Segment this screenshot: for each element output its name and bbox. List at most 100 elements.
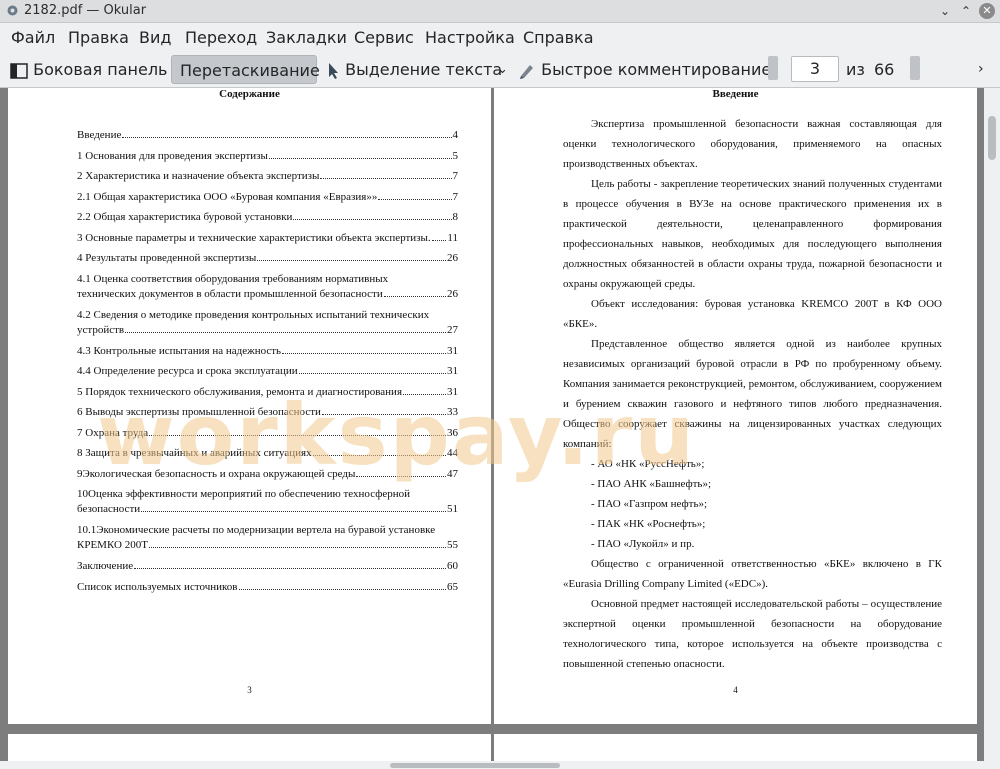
menu-file[interactable]: Файл <box>11 28 55 47</box>
toc-entry-page: 11 <box>447 231 458 244</box>
toc-entry-label: Заключение <box>77 560 134 572</box>
total-pages-label: 66 <box>874 60 895 79</box>
toc-entry-label: 1 Основания для проведения экспертизы <box>77 149 268 162</box>
quick-annotation-button[interactable]: Быстрое комментирование <box>518 55 771 84</box>
next-page-spin-icon[interactable] <box>910 56 920 80</box>
toc-entry[interactable]: 4.4 Определение ресурса и срока эксплуат… <box>77 364 458 379</box>
paragraph: Цель работы - закрепление теоретических … <box>563 178 942 290</box>
menu-bookmarks[interactable]: Закладки <box>266 28 347 47</box>
toc-leader-dots <box>238 588 446 590</box>
toc-leader-dots <box>148 547 446 548</box>
paragraph: Объект исследования: буровая установка K… <box>563 298 942 330</box>
main-toolbar: Боковая панель Перетаскивание Выделение … <box>0 52 1000 88</box>
toc-leader-dots <box>378 198 452 200</box>
toc-entry-page: 27 <box>447 323 458 336</box>
list-item: - ПАО «Лукойл» и пр. <box>591 538 695 550</box>
vertical-scrollbar[interactable] <box>984 88 1000 769</box>
document-view[interactable]: Содержание Введение 4 1 Основания для пров… <box>0 88 1000 769</box>
toc-entry-label: 4 Результаты проведенной экспертизы <box>77 252 257 264</box>
toc-entry[interactable]: Список используемых источников 65 <box>77 580 458 595</box>
toc-entry-label: 4.2 Сведения о методике проведения контр… <box>77 308 430 321</box>
toc-entry[interactable]: 2.1 Общая характеристика ООО «Буровая ко… <box>77 190 458 205</box>
toc-entry-page: 4 <box>452 129 459 141</box>
toc-leader-dots <box>268 157 452 159</box>
toc-entry[interactable]: 2.2 Общая характеристика буровой установ… <box>77 210 458 225</box>
text-selection-label: Выделение текста <box>345 60 503 79</box>
toc-entry-label: 4.1 Оценка соответствия оборудования тре… <box>77 272 389 285</box>
menu-view[interactable]: Вид <box>139 28 171 47</box>
toolbar-overflow-icon[interactable]: › <box>978 55 984 84</box>
watermark-text: workspay.ru <box>97 386 697 484</box>
toc-entry-page: 51 <box>447 503 458 515</box>
toc-entry-label-cont: безопасности <box>77 503 141 515</box>
toc-heading: Содержание <box>219 88 280 100</box>
toc-leader-dots <box>125 331 446 333</box>
toc-entry-label: 2 Характеристика и назначение объекта эк… <box>77 170 320 182</box>
selection-mode-dropdown[interactable]: ⌄ <box>497 55 508 84</box>
toc-entry-label: 4.3 Контрольные испытания на надежность <box>77 344 282 357</box>
chevron-down-icon: ⌄ <box>497 62 508 77</box>
text-selection-button[interactable]: Выделение текста <box>326 55 502 84</box>
toc-entry[interactable]: 4.3 Контрольные испытания на надежность 3… <box>77 344 458 359</box>
toc-leader-dots <box>383 295 446 297</box>
toc-entry[interactable]: 4.1 Оценка соответствия оборудования тре… <box>77 272 458 302</box>
intro-heading: Введение <box>712 88 759 100</box>
toc-entry[interactable]: 4.2 Сведения о методике проведения контр… <box>77 308 458 338</box>
toc-entry-label: 2.2 Общая характеристика буровой установ… <box>77 211 293 223</box>
list-item: - ПАК «НК «Роснефть»; <box>591 518 706 530</box>
of-label: из <box>846 60 865 79</box>
scrollbar-thumb[interactable] <box>390 763 560 768</box>
toc-entry[interactable]: 4 Результаты проведенной экспертизы 26 <box>77 251 458 266</box>
quick-annotation-label: Быстрое комментирование <box>541 60 772 79</box>
toc-entry-page: 55 <box>447 539 458 551</box>
toc-entry[interactable]: Заключение 60 <box>77 559 458 574</box>
toc-entry[interactable]: 3 Основные параметры и технические харак… <box>77 231 458 246</box>
menu-tools[interactable]: Сервис <box>354 28 414 47</box>
page-number-input[interactable]: 3 <box>791 56 839 82</box>
toc-leader-dots <box>122 137 452 138</box>
drag-tool-label: Перетаскивание <box>180 61 320 80</box>
toc-entry-label: 4.4 Определение ресурса и срока эксплуат… <box>77 365 298 377</box>
toc-leader-dots <box>431 239 447 241</box>
toc-entry-page: 26 <box>447 287 458 300</box>
previous-page-spin-icon[interactable] <box>768 56 778 80</box>
minimize-icon[interactable]: ⌄ <box>937 3 953 19</box>
toc-entry[interactable]: 1 Основания для проведения экспертизы 5 <box>77 149 458 164</box>
horizontal-scrollbar[interactable] <box>0 761 984 769</box>
cursor-arrow-icon <box>329 62 338 79</box>
menu-settings[interactable]: Настройка <box>425 28 515 47</box>
okular-app-icon <box>7 5 18 16</box>
toc-entry-page: 5 <box>452 149 459 162</box>
menu-help[interactable]: Справка <box>523 28 594 47</box>
toc-leader-dots <box>257 260 446 261</box>
drag-tool-button[interactable]: Перетаскивание <box>171 55 320 84</box>
title-bar: 2182.pdf — Okular ⌄ ⌃ ✕ <box>0 0 1000 23</box>
paragraph: Общество с ограниченной ответственностью… <box>563 558 942 590</box>
watermark: workspay.ru <box>97 386 696 484</box>
toc-entry-label: 2.1 Общая характеристика ООО «Буровая ко… <box>77 190 378 203</box>
page-number-footer: 4 <box>733 685 738 695</box>
toc-entry-page: 31 <box>447 365 458 377</box>
pen-icon <box>520 64 533 79</box>
scrollbar-thumb[interactable] <box>988 116 996 160</box>
page-number-footer: 3 <box>247 685 252 695</box>
menu-edit[interactable]: Правка <box>68 28 129 47</box>
toc-entry-page: 26 <box>447 252 458 264</box>
toc-entry[interactable]: 2 Характеристика и назначение объекта эк… <box>77 169 458 184</box>
toc-entry[interactable]: 10Оценка эффективности мероприятий по об… <box>77 487 458 517</box>
sidebar-icon <box>10 62 28 79</box>
list-item: - ПАО «Газпром нефть»; <box>591 498 708 510</box>
paragraph: Основной предмет настоящей исследователь… <box>563 598 942 670</box>
toc-entry-label: Список используемых источников <box>77 580 238 593</box>
toc-leader-dots <box>298 373 446 374</box>
toc-entry[interactable]: Введение 4 <box>77 128 458 143</box>
toc-entry-label: Введение <box>77 129 122 141</box>
toc-leader-dots <box>134 568 446 569</box>
close-icon[interactable]: ✕ <box>979 3 995 19</box>
toc-entry-label-cont: устройств <box>77 323 125 336</box>
maximize-icon[interactable]: ⌃ <box>958 3 974 19</box>
toc-entry-label: 10.1Экономические расчеты по модернизаци… <box>77 524 436 536</box>
sidebar-button[interactable]: Боковая панель <box>10 55 167 84</box>
toc-entry[interactable]: 10.1Экономические расчеты по модернизаци… <box>77 523 458 553</box>
menu-go[interactable]: Переход <box>185 28 257 47</box>
